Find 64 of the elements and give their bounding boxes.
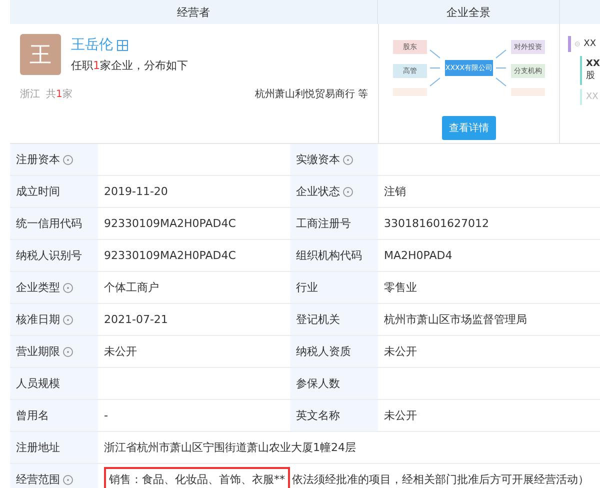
help-icon[interactable] (63, 474, 73, 484)
field-value: 330181601627012 (384, 217, 489, 230)
column-header: 经营者 (10, 0, 378, 24)
person-name-link[interactable]: 王岳伦 (71, 36, 113, 54)
region-label: 浙江 (20, 89, 40, 100)
view-details-button[interactable]: 查看详情 (442, 116, 496, 140)
region-count-text: 家 (62, 89, 72, 100)
field-value: - (104, 409, 108, 422)
avatar: 王 (20, 34, 61, 75)
field-label: 人员规模 (10, 368, 98, 399)
field-label: 曾用名 (10, 400, 98, 431)
field-label: 纳税人识别号 (10, 240, 98, 271)
field-value: 92330109MA2H0PAD4C (104, 249, 236, 262)
grid-icon[interactable] (117, 40, 128, 50)
company-count: 1 (93, 59, 100, 72)
company-name: 杭州萧山利悦贸易商行 等 (254, 88, 368, 101)
field-value: 未公开 (104, 344, 137, 359)
tree-node[interactable]: XX 股 (580, 56, 600, 85)
field-value: 浙江省杭州市萧山区宁围街道萧山农业大厦1幢24层 (104, 440, 356, 455)
region-count-text: 共 (46, 89, 56, 100)
field-label: 纳税人资质 (290, 336, 378, 367)
field-value: 注销 (384, 184, 406, 199)
help-icon[interactable] (63, 346, 73, 356)
field-value: 杭州市萧山区市场监督管理局 (384, 312, 527, 327)
faded-node (511, 88, 545, 96)
field-label: 注册地址 (10, 432, 98, 463)
field-label: 核准日期 (10, 304, 98, 335)
summary-text: 家企业，分布如下 (100, 59, 188, 72)
field-value: 未公开 (384, 408, 417, 423)
field-label: 营业期限 (10, 336, 98, 367)
tree-node[interactable]: XX (568, 36, 600, 52)
field-label: 企业类型 (10, 272, 98, 303)
field-label: 工商注册号 (290, 208, 378, 239)
field-label: 参保人数 (290, 368, 378, 399)
help-icon[interactable] (343, 154, 353, 164)
field-label: 成立时间 (10, 176, 98, 207)
field-value: 未公开 (384, 344, 417, 359)
help-icon[interactable] (63, 314, 73, 324)
field-label: 注册资本 (10, 144, 98, 175)
field-label: 经营范围 (10, 464, 98, 488)
help-icon[interactable] (63, 282, 73, 292)
field-label: 行业 (290, 272, 378, 303)
collapse-icon[interactable] (575, 39, 580, 49)
highlighted-scope-text: 销售：食品、化妆品、首饰、衣服** (104, 467, 290, 488)
summary-text: 任职 (71, 59, 93, 72)
help-icon[interactable] (63, 154, 73, 164)
field-label: 英文名称 (290, 400, 378, 431)
tree-node[interactable]: XX (580, 89, 600, 105)
field-value: 92330109MA2H0PAD4C (104, 217, 236, 230)
region-count: 1 (56, 89, 62, 100)
field-label: 统一信用代码 (10, 208, 98, 239)
field-value: 零售业 (384, 280, 417, 295)
column-header: 企业全景 (378, 0, 560, 24)
field-value: 2021-07-21 (104, 313, 168, 326)
field-label: 组织机构代码 (290, 240, 378, 271)
field-label: 实缴资本 (290, 144, 378, 175)
field-value: 2019-11-20 (104, 185, 168, 198)
field-label: 企业状态 (290, 176, 378, 207)
faded-node (393, 88, 427, 96)
field-value: MA2H0PAD4 (384, 249, 452, 262)
field-value: 个体工商户 (104, 280, 159, 295)
field-label: 登记机关 (290, 304, 378, 335)
field-value: 依法须经批准的项目，经相关部门批准后方可开展经营活动） (292, 472, 589, 487)
help-icon[interactable] (343, 186, 353, 196)
